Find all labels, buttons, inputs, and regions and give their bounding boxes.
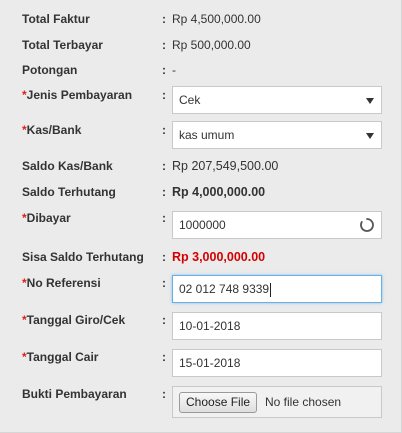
colon: : xyxy=(162,276,166,290)
tanggal-giro-cek-value: 10-01-2018 xyxy=(179,319,241,333)
jenis-pembayaran-select[interactable]: Cek xyxy=(172,86,382,114)
colon: : xyxy=(162,63,166,77)
no-referensi-input[interactable]: 02 012 748 9339 xyxy=(172,275,382,303)
tanggal-cair-value: 15-01-2018 xyxy=(179,356,241,370)
saldo-terhutang-value: Rp 4,000,000.00 xyxy=(172,185,266,199)
no-referensi-label: *No Referensi xyxy=(22,276,101,290)
tanggal-cair-input[interactable]: 15-01-2018 xyxy=(172,349,382,377)
dibayar-value: 1000000 xyxy=(179,218,226,232)
colon: : xyxy=(162,211,166,225)
bukti-pembayaran-file-input: Choose File No file chosen xyxy=(172,386,382,418)
total-faktur-value: Rp 4,500,000.00 xyxy=(172,12,261,26)
colon: : xyxy=(162,350,166,364)
tanggal-giro-cek-label: *Tanggal Giro/Cek xyxy=(22,313,125,327)
kas-bank-select[interactable]: kas umum xyxy=(172,121,382,149)
chevron-down-icon xyxy=(366,133,374,139)
bukti-pembayaran-label: Bukti Pembayaran xyxy=(22,387,127,401)
total-faktur-label: Total Faktur xyxy=(22,12,90,26)
no-referensi-value: 02 012 748 9339 xyxy=(179,282,270,296)
dibayar-label: *Dibayar xyxy=(22,211,71,225)
saldo-kas-bank-label: Saldo Kas/Bank xyxy=(22,159,113,173)
text-cursor xyxy=(270,282,272,297)
colon: : xyxy=(162,38,166,52)
no-referensi-label-text: No Referensi xyxy=(26,276,101,290)
colon: : xyxy=(162,88,166,102)
kas-bank-selected: kas umum xyxy=(179,128,235,142)
jenis-pembayaran-selected: Cek xyxy=(179,93,201,107)
kas-bank-label-text: Kas/Bank xyxy=(26,123,82,137)
jenis-pembayaran-label: *Jenis Pembayaran xyxy=(22,88,132,102)
kas-bank-label: *Kas/Bank xyxy=(22,123,81,137)
sisa-saldo-terhutang-label: Sisa Saldo Terhutang xyxy=(22,250,144,264)
chevron-down-icon xyxy=(366,98,374,104)
colon: : xyxy=(162,159,166,173)
colon: : xyxy=(162,250,166,264)
colon: : xyxy=(162,387,166,401)
spinner-icon xyxy=(360,218,374,232)
potongan-label: Potongan xyxy=(22,63,78,77)
choose-file-button[interactable]: Choose File xyxy=(179,392,258,413)
dibayar-label-text: Dibayar xyxy=(26,211,71,225)
tanggal-giro-cek-input[interactable]: 10-01-2018 xyxy=(172,312,382,340)
payment-form: Total Faktur : Rp 4,500,000.00 Total Ter… xyxy=(0,0,402,433)
tanggal-giro-cek-label-text: Tanggal Giro/Cek xyxy=(26,313,126,327)
potongan-value: - xyxy=(172,63,176,77)
jenis-pembayaran-label-text: Jenis Pembayaran xyxy=(26,88,133,102)
dibayar-input[interactable]: 1000000 xyxy=(172,211,382,239)
colon: : xyxy=(162,12,166,26)
saldo-terhutang-label: Saldo Terhutang xyxy=(22,185,116,199)
tanggal-cair-label: *Tanggal Cair xyxy=(22,350,98,364)
total-terbayar-label: Total Terbayar xyxy=(22,38,103,52)
tanggal-cair-label-text: Tanggal Cair xyxy=(26,350,99,364)
total-terbayar-value: Rp 500,000.00 xyxy=(172,38,251,52)
saldo-kas-bank-value: Rp 207,549,500.00 xyxy=(172,159,279,173)
colon: : xyxy=(162,313,166,327)
colon: : xyxy=(162,123,166,137)
colon: : xyxy=(162,185,166,199)
sisa-saldo-terhutang-value: Rp 3,000,000.00 xyxy=(172,250,266,264)
file-status: No file chosen xyxy=(265,395,342,409)
